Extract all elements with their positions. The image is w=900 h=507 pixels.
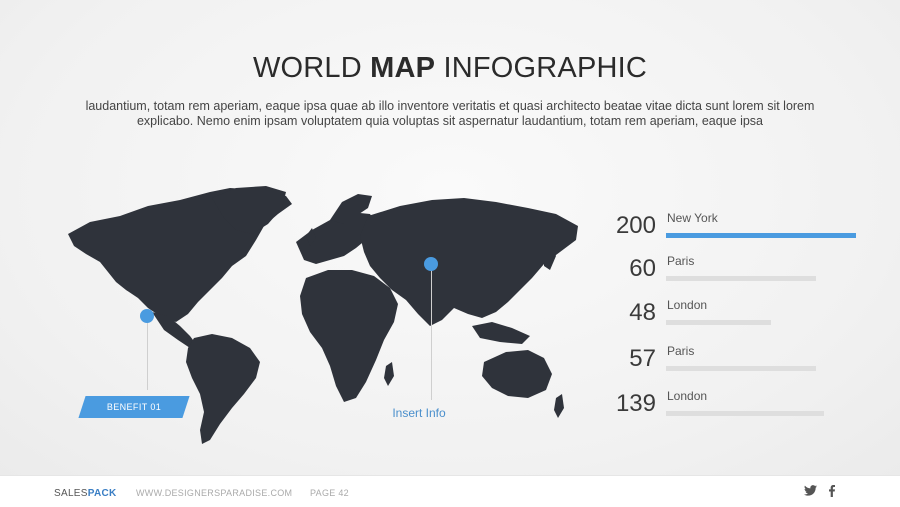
stat-value: 139: [615, 390, 656, 417]
continent-south-america: [186, 334, 260, 444]
continent-southeast-asia: [472, 322, 530, 344]
stat-label: London: [667, 298, 708, 312]
stat-track: [666, 276, 856, 281]
stat-bar: [666, 276, 817, 281]
stat-row: 200 New York: [600, 211, 860, 252]
benefit-label: BENEFIT 01: [106, 402, 162, 412]
title-part1: WORLD: [252, 52, 371, 84]
stat-bar: [666, 366, 817, 371]
stat-label: New York: [667, 211, 718, 225]
stat-row: 139 London: [600, 389, 860, 430]
continent-africa: [300, 270, 398, 402]
footer: SALESPACK WWW.DESIGNERSPARADISE.COM PAGE…: [0, 475, 900, 507]
brand-regular: SALES: [54, 488, 88, 499]
stat-track: [666, 366, 856, 371]
stat-value: 60: [629, 255, 656, 282]
stat-bar: [666, 233, 856, 238]
stat-label: Paris: [667, 254, 695, 268]
brand-logo: SALESPACK: [54, 488, 117, 499]
stat-value: 200: [615, 212, 656, 239]
continent-new-zealand: [554, 394, 564, 418]
website-link[interactable]: WWW.DESIGNERSPARADISE.COM: [136, 488, 292, 498]
slide: WORLD MAP INFOGRAPHIC laudantium, totam …: [0, 0, 900, 475]
stat-value: 57: [629, 345, 656, 372]
title-part2: INFOGRAPHIC: [435, 52, 648, 84]
insert-info-label: Insert Info: [392, 406, 446, 420]
stat-value: 48: [629, 299, 656, 326]
stat-track: [666, 320, 856, 325]
stat-label: London: [667, 389, 708, 403]
pin-dot-left[interactable]: [140, 309, 154, 323]
page-title: WORLD MAP INFOGRAPHIC: [0, 52, 900, 85]
title-bold: MAP: [370, 52, 436, 84]
stat-bar: [666, 411, 824, 416]
page-number: PAGE 42: [310, 488, 349, 498]
twitter-icon[interactable]: [804, 485, 817, 499]
stat-track: [666, 411, 856, 416]
stat-row: 48 London: [600, 298, 860, 339]
pin-line-left: [147, 322, 148, 390]
stat-row: 60 Paris: [600, 254, 860, 295]
pin-line-right: [431, 270, 432, 400]
stat-track: [666, 233, 856, 238]
pin-dot-right[interactable]: [424, 257, 438, 271]
continent-australia: [482, 350, 552, 398]
brand-bold: PACK: [87, 488, 117, 499]
facebook-icon[interactable]: [828, 485, 836, 500]
page-subtitle: laudantium, totam rem aperiam, eaque ips…: [85, 99, 815, 128]
stat-bar: [666, 320, 771, 325]
stat-label: Paris: [667, 344, 695, 358]
continent-madagascar: [384, 362, 394, 386]
stat-row: 57 Paris: [600, 344, 860, 385]
